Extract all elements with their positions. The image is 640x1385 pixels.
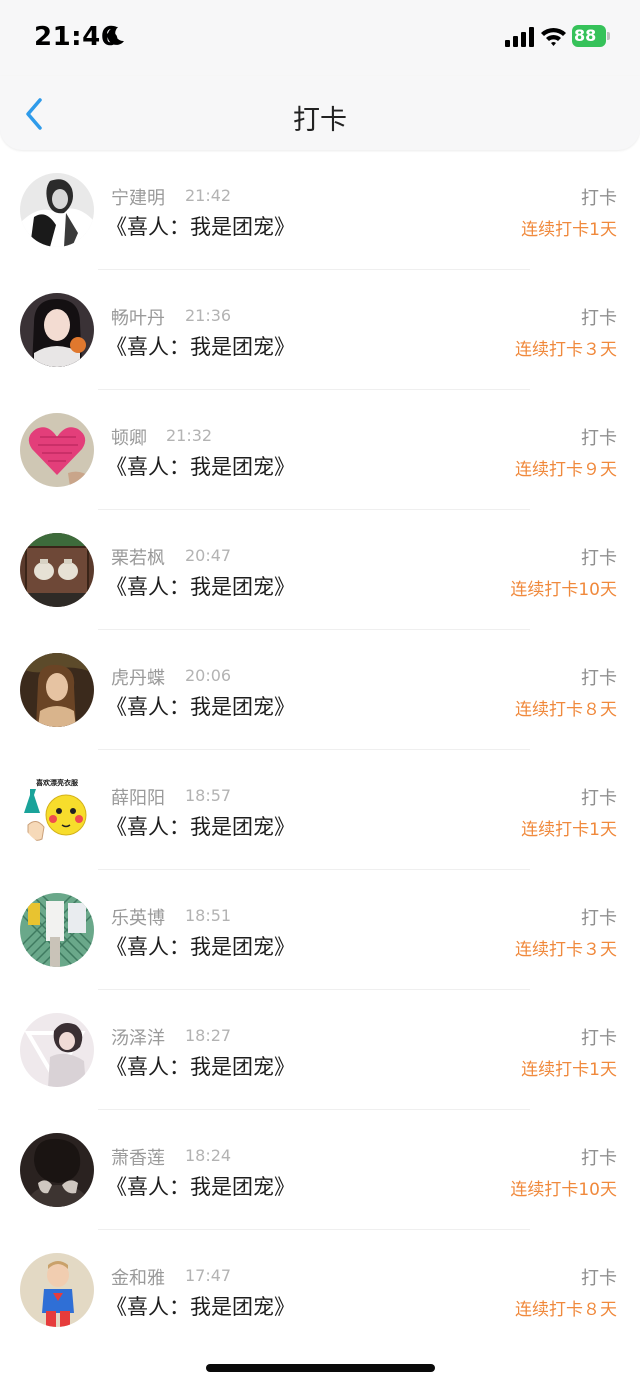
list-item[interactable]: 汤泽洋 18:27 《喜人：我是团宠》 打卡 连续打卡1天 xyxy=(0,990,640,1110)
book-title: 《喜人：我是团宠》 xyxy=(106,815,295,839)
list-item[interactable]: 畅叶丹 21:36 《喜人：我是团宠》 打卡 连续打卡３天 xyxy=(0,270,640,390)
avatar[interactable] xyxy=(20,173,94,247)
book-title: 《喜人：我是团宠》 xyxy=(106,455,295,479)
battery-level: 88 xyxy=(572,25,606,47)
status-bar: 21:46 88 xyxy=(0,0,640,76)
avatar[interactable] xyxy=(20,653,94,727)
avatar[interactable] xyxy=(20,413,94,487)
checkin-time: 21:36 xyxy=(185,306,232,325)
child-photo-icon xyxy=(20,1253,94,1327)
streak-label: 连续打卡10天 xyxy=(510,1180,617,1200)
book-title: 《喜人：我是团宠》 xyxy=(106,335,295,359)
person-photo-icon xyxy=(20,293,94,367)
avatar[interactable] xyxy=(20,1133,94,1207)
heart-photo-icon xyxy=(20,413,94,487)
person-photo-icon xyxy=(20,1013,94,1087)
checkin-action-label: 打卡 xyxy=(581,1028,617,1049)
battery-indicator: 88 xyxy=(572,25,610,47)
user-name: 宁建明 xyxy=(111,188,165,209)
streak-label: 连续打卡10天 xyxy=(510,580,617,600)
checkin-action-label: 打卡 xyxy=(581,788,617,809)
list-item[interactable]: 萧香莲 18:24 《喜人：我是团宠》 打卡 连续打卡10天 xyxy=(0,1110,640,1230)
user-name: 畅叶丹 xyxy=(111,308,165,329)
streak-label: 连续打卡３天 xyxy=(515,940,617,960)
person-photo-icon xyxy=(20,653,94,727)
person-photo-icon xyxy=(20,173,94,247)
book-title: 《喜人：我是团宠》 xyxy=(106,575,295,599)
list-item[interactable]: 宁建明 21:42 《喜人：我是团宠》 打卡 连续打卡1天 xyxy=(0,150,640,270)
checkin-action-label: 打卡 xyxy=(581,428,617,449)
checkin-time: 17:47 xyxy=(185,1266,232,1285)
streak-label: 连续打卡９天 xyxy=(515,460,617,480)
book-title: 《喜人：我是团宠》 xyxy=(106,1055,295,1079)
checkin-time: 21:32 xyxy=(166,426,213,445)
avatar[interactable] xyxy=(20,1013,94,1087)
user-name: 顿卿 xyxy=(111,428,147,449)
list-item[interactable]: 金和雅 17:47 《喜人：我是团宠》 打卡 连续打卡８天 xyxy=(0,1230,640,1350)
checkin-list: 宁建明 21:42 《喜人：我是团宠》 打卡 连续打卡1天 畅叶丹 21:36 xyxy=(0,150,640,1350)
checkin-time: 18:57 xyxy=(185,786,232,805)
user-name: 薛阳阳 xyxy=(111,788,165,809)
battery-tip xyxy=(607,32,610,40)
checkin-time: 20:47 xyxy=(185,546,232,565)
avatar[interactable] xyxy=(20,533,94,607)
book-title: 《喜人：我是团宠》 xyxy=(106,1175,295,1199)
checkin-screen: 21:46 88 打卡 宁建明 21:42 《喜人：我是团宠》 打卡 连续打卡1… xyxy=(0,0,640,1385)
checkin-action-label: 打卡 xyxy=(581,908,617,929)
wifi-icon xyxy=(541,27,566,46)
list-item[interactable]: 喜欢漂亮衣服 薛阳阳 18:57 《喜人：我是团宠》 打卡 连续打卡1天 xyxy=(0,750,640,870)
sticker-caption: 喜欢漂亮衣服 xyxy=(36,778,79,787)
streak-label: 连续打卡1天 xyxy=(521,820,617,840)
moon-icon xyxy=(107,26,124,45)
checkin-action-label: 打卡 xyxy=(581,668,617,689)
avatar[interactable]: 喜欢漂亮衣服 xyxy=(20,773,94,847)
book-title: 《喜人：我是团宠》 xyxy=(106,935,295,959)
checkin-time: 18:27 xyxy=(185,1026,232,1045)
list-item[interactable]: 栗若枫 20:47 《喜人：我是团宠》 打卡 连续打卡10天 xyxy=(0,510,640,630)
list-item[interactable]: 乐英博 18:51 《喜人：我是团宠》 打卡 连续打卡３天 xyxy=(0,870,640,990)
avatar[interactable] xyxy=(20,893,94,967)
streak-label: 连续打卡８天 xyxy=(515,1300,617,1320)
checkin-action-label: 打卡 xyxy=(581,308,617,329)
jars-photo-icon xyxy=(20,533,94,607)
user-name: 汤泽洋 xyxy=(111,1028,165,1049)
fence-photo-icon xyxy=(20,893,94,967)
navigation-bar: 打卡 xyxy=(0,76,640,150)
cellular-signal-icon xyxy=(505,27,534,47)
checkin-action-label: 打卡 xyxy=(581,1268,617,1289)
book-title: 《喜人：我是团宠》 xyxy=(106,215,295,239)
streak-label: 连续打卡1天 xyxy=(521,220,617,240)
home-indicator[interactable] xyxy=(206,1364,435,1372)
checkin-action-label: 打卡 xyxy=(581,548,617,569)
checkin-time: 20:06 xyxy=(185,666,232,685)
person-photo-icon xyxy=(20,1133,94,1207)
streak-label: 连续打卡８天 xyxy=(515,700,617,720)
emoji-sticker-icon: 喜欢漂亮衣服 xyxy=(20,773,94,847)
book-title: 《喜人：我是团宠》 xyxy=(106,1295,295,1319)
book-title: 《喜人：我是团宠》 xyxy=(106,695,295,719)
streak-label: 连续打卡1天 xyxy=(521,1060,617,1080)
avatar[interactable] xyxy=(20,1253,94,1327)
checkin-time: 18:51 xyxy=(185,906,232,925)
checkin-time: 21:42 xyxy=(185,186,232,205)
user-name: 金和雅 xyxy=(111,1268,165,1289)
checkin-action-label: 打卡 xyxy=(581,1148,617,1169)
checkin-time: 18:24 xyxy=(185,1146,232,1165)
user-name: 栗若枫 xyxy=(111,548,165,569)
user-name: 乐英博 xyxy=(111,908,165,929)
avatar[interactable] xyxy=(20,293,94,367)
user-name: 虎丹蝶 xyxy=(111,668,165,689)
list-item[interactable]: 顿卿 21:32 《喜人：我是团宠》 打卡 连续打卡９天 xyxy=(0,390,640,510)
streak-label: 连续打卡３天 xyxy=(515,340,617,360)
user-name: 萧香莲 xyxy=(111,1148,165,1169)
checkin-action-label: 打卡 xyxy=(581,188,617,209)
list-item[interactable]: 虎丹蝶 20:06 《喜人：我是团宠》 打卡 连续打卡８天 xyxy=(0,630,640,750)
page-title: 打卡 xyxy=(293,105,347,136)
